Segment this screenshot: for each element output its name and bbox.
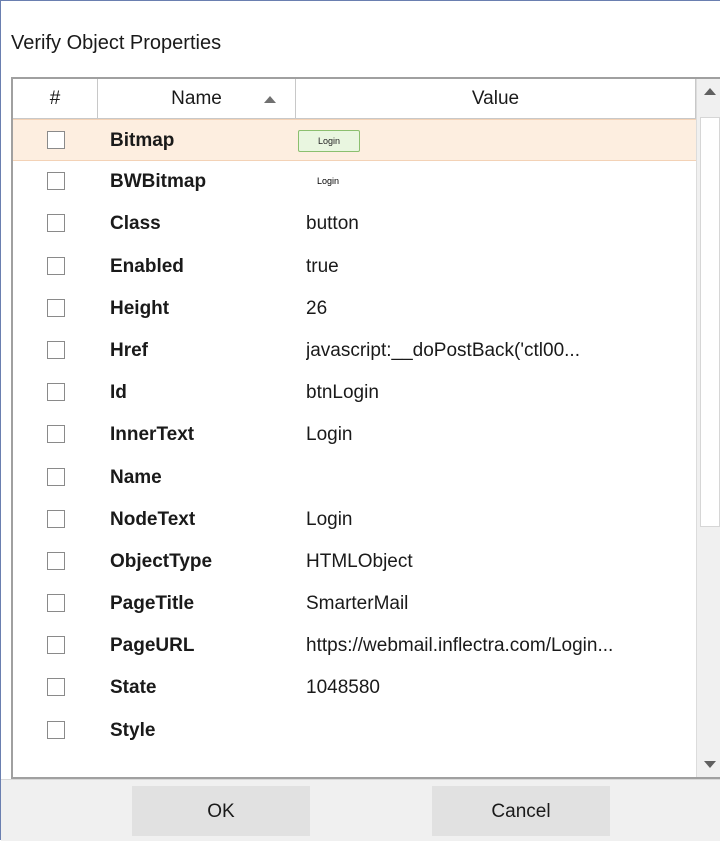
table-row[interactable]: Bitmap Login	[13, 119, 696, 162]
property-value: button	[306, 213, 359, 235]
row-checkbox[interactable]	[47, 214, 65, 233]
column-header-value[interactable]: Value	[296, 79, 696, 119]
row-checkbox[interactable]	[47, 636, 65, 655]
property-name: Enabled	[110, 255, 184, 277]
vertical-scrollbar[interactable]	[696, 79, 720, 777]
row-checkbox[interactable]	[47, 340, 65, 359]
table-row[interactable]: State 1048580	[13, 667, 696, 709]
property-value: SmarterMail	[306, 593, 409, 615]
property-value: btnLogin	[306, 382, 379, 404]
row-checkbox[interactable]	[47, 720, 65, 739]
table-row[interactable]: ObjectType HTMLObject	[13, 541, 696, 583]
table-row[interactable]: BWBitmap Login	[13, 161, 696, 203]
row-checkbox[interactable]	[47, 551, 65, 570]
property-name: Bitmap	[110, 130, 175, 151]
row-checkbox[interactable]	[47, 425, 65, 444]
table-row[interactable]: Href javascript:__doPostBack('ctl00...	[13, 330, 696, 372]
row-checkbox[interactable]	[47, 467, 65, 486]
scroll-up-button[interactable]	[697, 79, 720, 105]
grid-rows: Bitmap Login BWBitmap Login Class button Enabl…	[13, 119, 696, 752]
property-name: Style	[110, 719, 156, 741]
property-value: HTMLObject	[306, 550, 413, 572]
bw-bitmap-preview: Login	[316, 176, 340, 187]
property-value: Login	[306, 424, 353, 446]
properties-grid: # Name Value Bitmap Login BWBitmap Login Cla…	[11, 77, 720, 779]
property-name: PageTitle	[110, 593, 195, 615]
property-name: BWBitmap	[110, 171, 207, 193]
dialog-title: Verify Object Properties	[11, 32, 222, 54]
column-header-name-label: Name	[171, 88, 222, 109]
property-name: InnerText	[110, 424, 195, 446]
table-row[interactable]: Class button	[13, 203, 696, 245]
property-name: State	[110, 677, 157, 699]
property-value: 1048580	[306, 677, 380, 699]
grid-header: # Name Value	[13, 79, 720, 119]
cancel-button[interactable]: Cancel	[432, 786, 610, 836]
table-row[interactable]: InnerText Login	[13, 414, 696, 456]
arrow-down-icon	[704, 761, 716, 768]
dialog-footer: OK Cancel	[1, 779, 720, 841]
row-checkbox[interactable]	[47, 298, 65, 317]
column-header-index[interactable]: #	[13, 79, 98, 119]
column-header-name[interactable]: Name	[98, 79, 296, 119]
property-name: Href	[110, 339, 149, 361]
property-value: true	[306, 255, 339, 277]
ok-button[interactable]: OK	[132, 786, 310, 836]
property-name: NodeText	[110, 508, 196, 530]
bitmap-preview: Login	[298, 130, 360, 152]
row-checkbox[interactable]	[47, 594, 65, 613]
scrollbar-thumb[interactable]	[700, 117, 720, 527]
row-checkbox[interactable]	[47, 678, 65, 697]
table-row[interactable]: NodeText Login	[13, 499, 696, 541]
row-checkbox[interactable]	[47, 383, 65, 402]
arrow-up-icon	[704, 88, 716, 95]
property-name: Name	[110, 466, 162, 488]
property-value: javascript:__doPostBack('ctl00...	[306, 339, 580, 361]
row-checkbox[interactable]	[47, 509, 65, 528]
table-row[interactable]: Id btnLogin	[13, 372, 696, 414]
property-value: Login	[306, 508, 353, 530]
property-name: ObjectType	[110, 550, 213, 572]
property-value: 26	[306, 297, 328, 319]
property-name: Height	[110, 297, 170, 319]
table-row[interactable]: Height 26	[13, 288, 696, 330]
table-row[interactable]: PageURL https://webmail.inflectra.com/Log…	[13, 625, 696, 667]
table-row[interactable]: PageTitle SmarterMail	[13, 583, 696, 625]
property-name: PageURL	[110, 635, 195, 657]
table-row[interactable]: Style	[13, 710, 696, 752]
row-checkbox[interactable]	[47, 256, 65, 275]
sort-ascending-icon	[264, 96, 276, 103]
property-name: Id	[110, 382, 127, 404]
property-name: Class	[110, 213, 161, 235]
table-row[interactable]: Name	[13, 457, 696, 499]
row-checkbox[interactable]	[47, 131, 65, 149]
property-value: https://webmail.inflectra.com/Login...	[306, 635, 614, 657]
scroll-down-button[interactable]	[697, 751, 720, 777]
table-row[interactable]: Enabled true	[13, 246, 696, 288]
row-checkbox[interactable]	[47, 172, 65, 191]
verify-object-properties-dialog: Verify Object Properties # Name Value Bi…	[0, 0, 720, 841]
